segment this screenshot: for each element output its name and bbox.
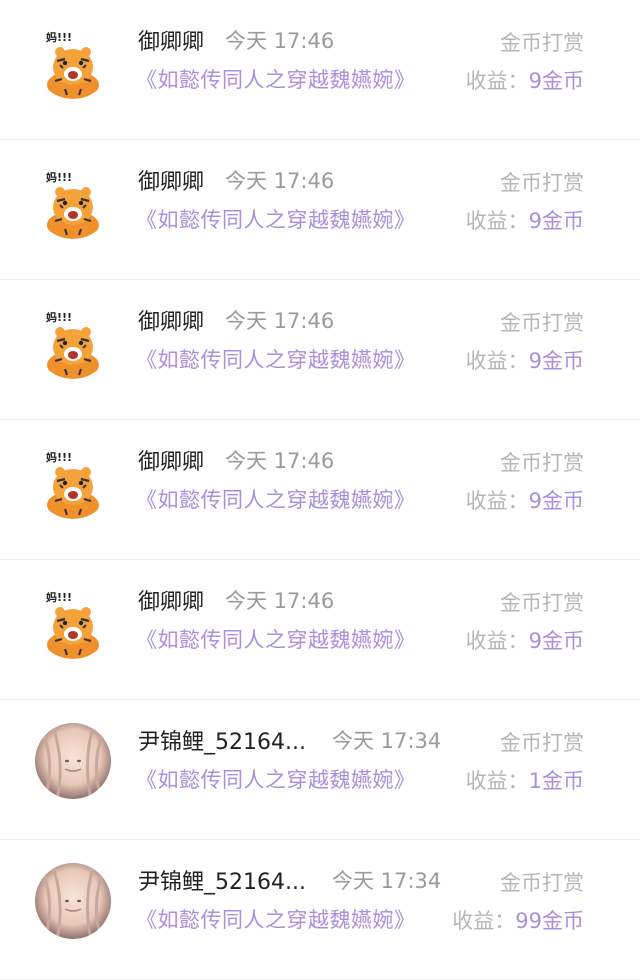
reward-record-row[interactable]: 妈!!! 御卿卿 今天 17:46 金币打赏 《如懿传同人之穿越魏嬿婉》 收益：… bbox=[0, 560, 640, 700]
timestamp: 今天 17:34 bbox=[332, 869, 442, 893]
reward-type: 金币打赏 bbox=[500, 171, 584, 195]
book-title[interactable]: 《如懿传同人之穿越魏嬿婉》 bbox=[136, 624, 416, 654]
tiger-avatar-icon: 妈!!! bbox=[35, 163, 111, 239]
avatar-caption: 妈!!! bbox=[46, 170, 72, 184]
anime-girl-avatar-icon bbox=[35, 863, 111, 939]
reward-record-row[interactable]: 妈!!! 御卿卿 今天 17:46 金币打赏 《如懿传同人之穿越魏嬿婉》 收益：… bbox=[0, 420, 640, 560]
book-title[interactable]: 《如懿传同人之穿越魏嬿婉》 bbox=[136, 904, 416, 934]
income-value: 9金币 bbox=[528, 69, 584, 93]
income-value: 9金币 bbox=[528, 489, 584, 513]
income-label: 收益： bbox=[465, 489, 529, 513]
book-title[interactable]: 《如懿传同人之穿越魏嬿婉》 bbox=[136, 64, 416, 94]
reward-record-list: 妈!!! 御卿卿 今天 17:46 金币打赏 《如懿传同人之穿越魏嬿婉》 收益：… bbox=[0, 0, 640, 980]
income: 收益：9金币 bbox=[466, 625, 584, 655]
income-label: 收益： bbox=[465, 769, 529, 793]
income: 收益：9金币 bbox=[466, 345, 584, 375]
reward-record-row[interactable]: 尹锦鲤_52164... 今天 17:34 金币打赏 《如懿传同人之穿越魏嬿婉》… bbox=[0, 840, 640, 980]
avatar-caption: 妈!!! bbox=[46, 30, 72, 44]
reward-record-row[interactable]: 妈!!! 御卿卿 今天 17:46 金币打赏 《如懿传同人之穿越魏嬿婉》 收益：… bbox=[0, 280, 640, 420]
user-avatar[interactable] bbox=[35, 723, 111, 799]
book-title[interactable]: 《如懿传同人之穿越魏嬿婉》 bbox=[136, 204, 416, 234]
income: 收益：9金币 bbox=[466, 485, 584, 515]
income-value: 1金币 bbox=[528, 769, 584, 793]
income-value: 9金币 bbox=[528, 349, 584, 373]
avatar-caption: 妈!!! bbox=[46, 310, 72, 324]
tiger-avatar-icon: 妈!!! bbox=[35, 303, 111, 379]
income: 收益：9金币 bbox=[466, 205, 584, 235]
income-value: 9金币 bbox=[528, 209, 584, 233]
user-avatar[interactable]: 妈!!! bbox=[35, 303, 111, 379]
timestamp: 今天 17:34 bbox=[332, 729, 442, 753]
reward-record-row[interactable]: 妈!!! 御卿卿 今天 17:46 金币打赏 《如懿传同人之穿越魏嬿婉》 收益：… bbox=[0, 0, 640, 140]
income: 收益：99金币 bbox=[452, 905, 584, 935]
reward-type: 金币打赏 bbox=[500, 731, 584, 755]
tiger-avatar-icon: 妈!!! bbox=[35, 23, 111, 99]
reward-type: 金币打赏 bbox=[500, 31, 584, 55]
anime-girl-avatar-icon bbox=[35, 723, 111, 799]
reward-type: 金币打赏 bbox=[500, 311, 584, 335]
timestamp: 今天 17:46 bbox=[225, 29, 335, 53]
book-title[interactable]: 《如懿传同人之穿越魏嬿婉》 bbox=[136, 484, 416, 514]
username[interactable]: 御卿卿 bbox=[138, 164, 204, 196]
income-value: 9金币 bbox=[528, 629, 584, 653]
income: 收益：9金币 bbox=[466, 65, 584, 95]
reward-type: 金币打赏 bbox=[500, 591, 584, 615]
user-avatar[interactable]: 妈!!! bbox=[35, 583, 111, 659]
book-title[interactable]: 《如懿传同人之穿越魏嬿婉》 bbox=[136, 764, 416, 794]
username[interactable]: 御卿卿 bbox=[138, 24, 204, 56]
reward-type: 金币打赏 bbox=[500, 451, 584, 475]
avatar-caption: 妈!!! bbox=[46, 590, 72, 604]
user-avatar[interactable]: 妈!!! bbox=[35, 443, 111, 519]
user-avatar[interactable]: 妈!!! bbox=[35, 163, 111, 239]
username[interactable]: 御卿卿 bbox=[138, 444, 204, 476]
book-title[interactable]: 《如懿传同人之穿越魏嬿婉》 bbox=[136, 344, 416, 374]
income-value: 99金币 bbox=[515, 909, 584, 933]
username[interactable]: 尹锦鲤_52164... bbox=[138, 864, 306, 896]
tiger-avatar-icon: 妈!!! bbox=[35, 443, 111, 519]
user-avatar[interactable]: 妈!!! bbox=[35, 23, 111, 99]
reward-record-row[interactable]: 尹锦鲤_52164... 今天 17:34 金币打赏 《如懿传同人之穿越魏嬿婉》… bbox=[0, 700, 640, 840]
income-label: 收益： bbox=[452, 909, 516, 933]
timestamp: 今天 17:46 bbox=[225, 449, 335, 473]
avatar-caption: 妈!!! bbox=[46, 450, 72, 464]
reward-record-row[interactable]: 妈!!! 御卿卿 今天 17:46 金币打赏 《如懿传同人之穿越魏嬿婉》 收益：… bbox=[0, 140, 640, 280]
reward-type: 金币打赏 bbox=[500, 871, 584, 895]
username[interactable]: 御卿卿 bbox=[138, 304, 204, 336]
income-label: 收益： bbox=[465, 349, 529, 373]
tiger-avatar-icon: 妈!!! bbox=[35, 583, 111, 659]
timestamp: 今天 17:46 bbox=[225, 589, 335, 613]
user-avatar[interactable] bbox=[35, 863, 111, 939]
username[interactable]: 御卿卿 bbox=[138, 584, 204, 616]
username[interactable]: 尹锦鲤_52164... bbox=[138, 724, 306, 756]
income-label: 收益： bbox=[465, 629, 529, 653]
income-label: 收益： bbox=[465, 209, 529, 233]
income-label: 收益： bbox=[465, 69, 529, 93]
timestamp: 今天 17:46 bbox=[225, 169, 335, 193]
timestamp: 今天 17:46 bbox=[225, 309, 335, 333]
income: 收益：1金币 bbox=[466, 765, 584, 795]
